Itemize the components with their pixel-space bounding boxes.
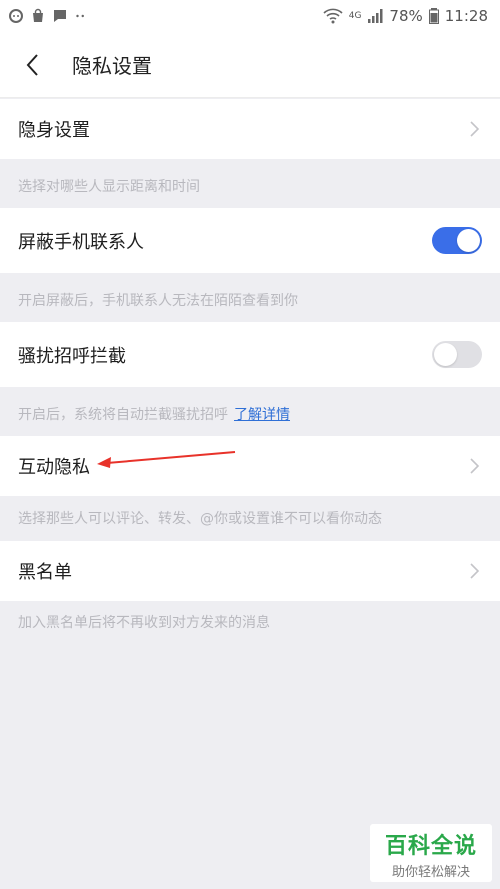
clock: 11:28 xyxy=(444,7,488,25)
message-icon xyxy=(54,10,66,22)
page-title: 隐私设置 xyxy=(72,54,152,78)
interaction-privacy-row[interactable]: 互动隐私 xyxy=(0,436,500,496)
watermark-title: 百科全说 xyxy=(384,834,477,859)
annotation-arrow-icon xyxy=(97,451,236,468)
back-arrow-icon xyxy=(26,53,38,76)
harass-block-hint: 开启后，系统将自动拦截骚扰招呼 xyxy=(18,407,228,423)
chevron-right-icon xyxy=(470,563,480,579)
invisible-settings-label: 隐身设置 xyxy=(18,120,90,141)
wifi-icon xyxy=(323,8,343,24)
shopping-bag-icon xyxy=(33,8,43,22)
chevron-right-icon xyxy=(470,121,480,137)
harass-block-toggle[interactable] xyxy=(432,341,482,368)
invisible-settings-hint: 选择对哪些人显示距离和时间 xyxy=(18,179,200,195)
chat-bubble-icon xyxy=(9,9,23,23)
status-notifications xyxy=(8,8,88,24)
status-bar: 4G 78% 11:28 xyxy=(0,0,500,32)
block-contacts-hint: 开启屏蔽后，手机联系人无法在陌陌查看到你 xyxy=(18,293,298,309)
block-contacts-row: 屏蔽手机联系人 xyxy=(0,208,500,273)
toggle-knob xyxy=(457,229,480,252)
status-system: 4G 78% 11:28 xyxy=(323,7,488,25)
interaction-privacy-hint: 选择那些人可以评论、转发、@你或设置谁不可以看你动态 xyxy=(18,511,382,527)
invisible-settings-row[interactable]: 隐身设置 xyxy=(0,99,500,159)
network-type: 4G xyxy=(348,11,362,21)
battery-level: 78% xyxy=(389,7,423,25)
toggle-knob xyxy=(434,343,457,366)
signal-icon xyxy=(368,9,383,23)
block-contacts-label: 屏蔽手机联系人 xyxy=(18,231,144,253)
battery-icon xyxy=(428,8,439,24)
app-bar: 隐私设置 xyxy=(0,32,500,98)
harass-block-hint-line: 开启后，系统将自动拦截骚扰招呼 了解详情 xyxy=(18,404,290,424)
blacklist-label: 黑名单 xyxy=(18,562,72,583)
learn-more-link[interactable]: 了解详情 xyxy=(234,407,290,423)
blacklist-row[interactable]: 黑名单 xyxy=(0,541,500,601)
more-dots-icon xyxy=(76,14,84,18)
blacklist-hint: 加入黑名单后将不再收到对方发来的消息 xyxy=(18,615,270,631)
watermark-subtitle: 助你轻松解决 xyxy=(391,865,470,880)
harass-block-row: 骚扰招呼拦截 xyxy=(0,322,500,387)
back-button[interactable] xyxy=(0,32,64,98)
chevron-right-icon xyxy=(470,458,480,474)
harass-block-label: 骚扰招呼拦截 xyxy=(18,345,126,367)
interaction-privacy-label: 互动隐私 xyxy=(18,457,90,478)
watermark-logo: 百科全说 助你轻松解决 xyxy=(370,824,492,882)
block-contacts-toggle[interactable] xyxy=(432,227,482,254)
